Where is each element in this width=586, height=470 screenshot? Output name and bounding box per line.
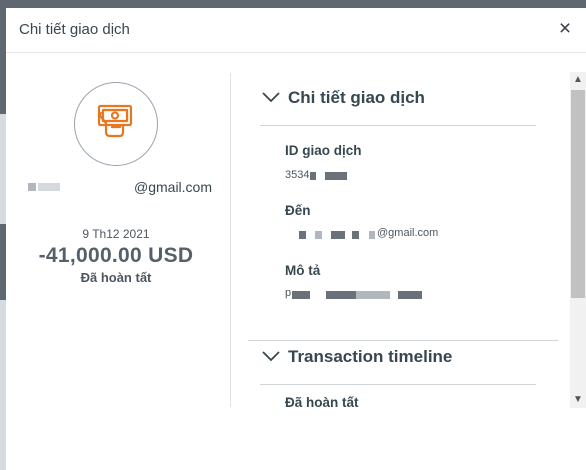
recipient-label: Đến [285,203,311,218]
cash-payment-icon [97,104,133,138]
chevron-down-icon [262,92,280,103]
redaction-block [28,183,36,191]
scroll-up-icon[interactable]: ▲ [570,72,586,88]
recipient-value: @gmail.com [299,227,459,239]
scroll-down-icon[interactable]: ▼ [570,392,586,408]
close-button[interactable]: × [554,18,576,40]
scrollbar[interactable]: ▲ ▼ [570,72,586,408]
dialog-title: Chi tiết giao dịch [19,21,130,38]
email-suffix: @gmail.com [134,179,213,195]
redaction-block [38,183,60,191]
section-divider [260,384,536,385]
dialog-header: Chi tiết giao dịch × [6,8,586,53]
transaction-summary: @gmail.com 9 Th12 2021 -41,000.00 USD Đã… [6,53,231,408]
details-section-title: Chi tiết giao dịch [288,88,425,107]
avatar [74,82,158,166]
scrollbar-thumb[interactable] [571,90,585,298]
timeline-item-status: Đã hoàn tất [285,395,359,408]
description-value: p [285,287,445,299]
chevron-down-icon [262,351,280,362]
transaction-id-value: 3534 [285,169,347,181]
section-divider [260,125,536,126]
section-divider [248,340,558,341]
details-panel: Chi tiết giao dịch ID giao dịch 3534 Đến… [244,53,570,408]
description-label: Mô tả [285,263,321,278]
status-text: Đã hoàn tất [80,270,152,285]
transaction-date: 9 Th12 2021 [82,227,150,241]
column-divider [230,73,231,407]
transaction-detail-dialog: Chi tiết giao dịch × @gmail.com 9 Th12 2… [6,8,586,470]
counterparty-email: @gmail.com [6,179,231,197]
transaction-id-label: ID giao dịch [285,143,362,158]
timeline-section-title: Transaction timeline [288,347,453,366]
transaction-amount: -41,000.00 USD [38,244,194,267]
